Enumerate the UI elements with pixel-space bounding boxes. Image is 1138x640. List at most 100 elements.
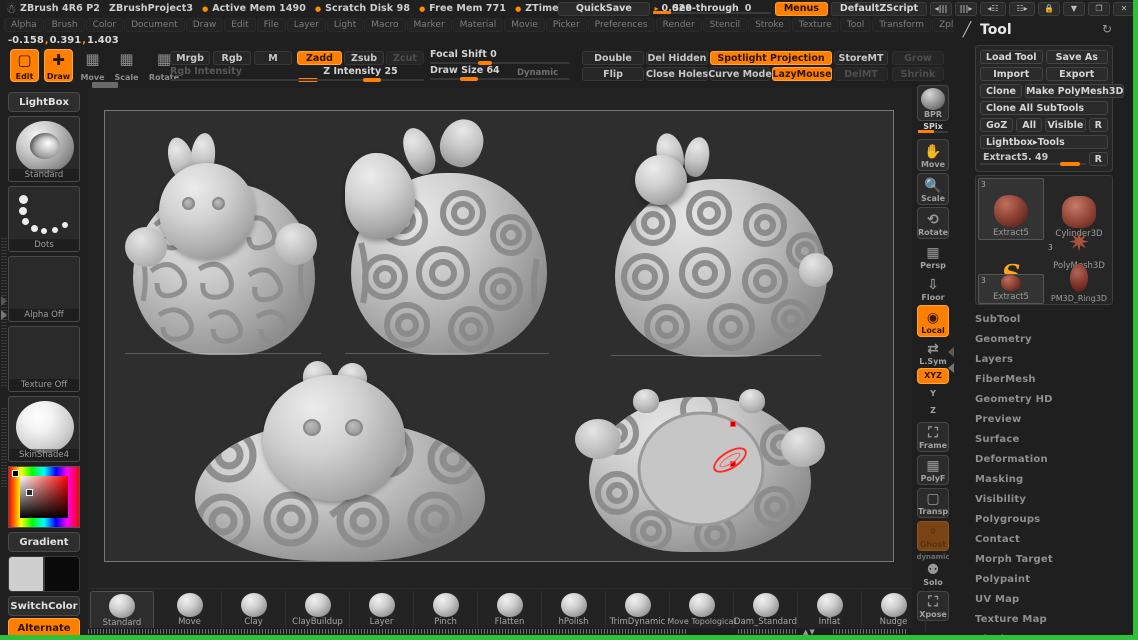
see-through-slider[interactable]: See-through 0 xyxy=(652,1,771,16)
menu-item-render[interactable]: Render xyxy=(655,18,702,32)
goz-r-button[interactable]: R xyxy=(1088,118,1108,132)
menu-item-alpha[interactable]: Alpha xyxy=(4,18,44,32)
current-material-thumb[interactable]: SkinShade4 xyxy=(8,396,80,462)
clone-button[interactable]: Clone xyxy=(980,84,1022,98)
zadd-button[interactable]: Zadd xyxy=(297,51,342,65)
goz-button[interactable]: GoZ xyxy=(980,118,1014,132)
move-gizmo-button[interactable]: ✋ Move xyxy=(917,139,949,171)
menu-item-layer[interactable]: Layer xyxy=(286,18,326,32)
lightbox-button[interactable]: LightBox xyxy=(8,92,80,112)
color-picker[interactable] xyxy=(8,466,80,528)
menu-item-tool[interactable]: Tool xyxy=(839,18,872,32)
gradient-button[interactable]: Gradient xyxy=(8,532,80,552)
menu-item-macro[interactable]: Macro xyxy=(364,18,406,32)
symmetry-xyz-button[interactable]: XYZ xyxy=(917,368,949,384)
brush-item-move[interactable]: Move xyxy=(158,591,222,631)
scale-gizmo-button[interactable]: 🔍 Scale xyxy=(917,173,949,205)
tool-tile-extract5-second[interactable]: 3 Extract5 xyxy=(978,274,1044,304)
brush-item-move-topological[interactable]: Move Topological xyxy=(667,591,736,631)
rgb-button[interactable]: Rgb xyxy=(213,51,251,65)
m-button[interactable]: M xyxy=(254,51,292,65)
current-stroke-thumb[interactable]: Dots xyxy=(8,186,80,252)
section-uv-map[interactable]: UV Map xyxy=(954,589,1138,609)
menu-item-stroke[interactable]: Stroke xyxy=(748,18,791,32)
close-icon[interactable]: ✕ xyxy=(1113,1,1135,16)
spotlight-projection-button[interactable]: Spotlight Projection xyxy=(710,51,832,65)
switchcolor-button[interactable]: SwitchColor xyxy=(8,596,80,616)
brush-item-trimdynamic[interactable]: TrimDynamic xyxy=(606,591,670,631)
menus-button[interactable]: Menus xyxy=(774,1,828,16)
section-polypaint[interactable]: Polypaint xyxy=(954,569,1138,589)
clone-all-subtools-button[interactable]: Clone All SubTools xyxy=(980,101,1108,115)
scroll-right-icon[interactable]: |||▸ xyxy=(955,1,977,16)
z-intensity-slider[interactable]: Z Intensity 25 xyxy=(297,66,424,82)
zcut-button[interactable]: Zcut xyxy=(386,51,424,65)
sidebar-expand-arrow-icon[interactable] xyxy=(1,296,7,306)
canvas-area[interactable] xyxy=(88,88,912,588)
move-mode-button[interactable]: ▦ Move xyxy=(78,49,107,83)
menu-item-brush[interactable]: Brush xyxy=(44,18,85,32)
canvas-viewport[interactable] xyxy=(105,111,893,561)
section-texture-map[interactable]: Texture Map xyxy=(954,609,1138,629)
double-button[interactable]: Double xyxy=(582,51,644,65)
shrink-button[interactable]: Shrink xyxy=(892,67,944,81)
save-as-button[interactable]: Save As xyxy=(1045,50,1108,64)
scroll-left-icon[interactable]: ◂||| xyxy=(930,1,952,16)
edit-mode-button[interactable]: ▢ Edit xyxy=(10,49,39,82)
current-alpha-thumb[interactable]: Alpha Off xyxy=(8,256,80,322)
brush-item-inflat[interactable]: Inflat xyxy=(798,591,862,631)
section-geometry-hd[interactable]: Geometry HD xyxy=(954,389,1138,409)
make-polymesh3d-button[interactable]: Make PolyMesh3D xyxy=(1024,84,1125,98)
brush-item-layer[interactable]: Layer xyxy=(350,591,414,631)
section-deformation[interactable]: Deformation xyxy=(954,449,1138,469)
secondary-color-swatch[interactable] xyxy=(44,556,80,592)
menu-item-light[interactable]: Light xyxy=(326,18,364,32)
ghost-button[interactable]: ⚬ Ghost xyxy=(917,521,949,551)
extract-r-button[interactable]: R xyxy=(1088,152,1108,166)
spix-slider[interactable]: SPix xyxy=(918,123,948,133)
frame-button[interactable]: ⛶ Frame xyxy=(917,422,949,452)
section-surface[interactable]: Surface xyxy=(954,429,1138,449)
primary-color-swatch[interactable] xyxy=(8,556,44,592)
focal-shift-slider[interactable]: Focal Shift 0 xyxy=(430,49,570,65)
export-button[interactable]: Export xyxy=(1045,67,1108,81)
section-masking[interactable]: Masking xyxy=(954,469,1138,489)
mrgb-button[interactable]: Mrgb xyxy=(170,51,210,65)
current-texture-thumb[interactable]: Texture Off xyxy=(8,326,80,392)
sidebar-collapse-arrow-icon[interactable] xyxy=(1,310,7,320)
close-holes-button[interactable]: Close Holes xyxy=(646,67,708,81)
menu-item-color[interactable]: Color xyxy=(85,18,124,32)
tool-tile-extract5[interactable]: 3 Extract5 xyxy=(978,178,1044,240)
solo-button[interactable]: dynamic ⚉ Solo xyxy=(916,553,949,588)
quicksave-button[interactable]: QuickSave xyxy=(557,1,650,16)
color-picker-field[interactable] xyxy=(20,476,68,518)
section-fibermesh[interactable]: FiberMesh xyxy=(954,369,1138,389)
dynamic-label[interactable]: Dynamic xyxy=(517,68,558,78)
goz-all-button[interactable]: All xyxy=(1016,118,1043,132)
storemt-button[interactable]: StoreMT xyxy=(834,51,888,65)
section-visibility[interactable]: Visibility xyxy=(954,489,1138,509)
menu-item-document[interactable]: Document xyxy=(124,18,185,32)
brush-item-pinch[interactable]: Pinch xyxy=(414,591,478,631)
delmt-button[interactable]: DelMT xyxy=(834,67,888,81)
draw-mode-button[interactable]: ✚ Draw xyxy=(44,49,73,82)
menu-item-picker[interactable]: Picker xyxy=(545,18,587,32)
floor-button[interactable]: ⇩ Floor xyxy=(917,273,949,303)
load-tool-button[interactable]: Load Tool xyxy=(980,50,1043,64)
section-polygroups[interactable]: Polygroups xyxy=(954,509,1138,529)
tool-tile-pm3d-ring3d[interactable]: 3 PM3D_Ring3D xyxy=(1046,242,1112,304)
brush-item-hpolish[interactable]: hPolish xyxy=(542,591,606,631)
grow-button[interactable]: Grow xyxy=(892,51,944,65)
lazymouse-button[interactable]: LazyMouse xyxy=(772,67,832,81)
zsub-button[interactable]: Zsub xyxy=(344,51,384,65)
menu-item-transform[interactable]: Transform xyxy=(872,18,931,32)
extract-slider[interactable]: Extract5. 49 xyxy=(980,152,1086,166)
panel-right-icon[interactable]: ☷▸ xyxy=(1009,1,1035,16)
lightbox-tools-button[interactable]: Lightbox▸Tools xyxy=(980,135,1108,149)
import-button[interactable]: Import xyxy=(980,67,1043,81)
section-preview[interactable]: Preview xyxy=(954,409,1138,429)
minimize-icon[interactable]: ▼ xyxy=(1063,1,1085,16)
symmetry-y-button[interactable]: Y xyxy=(917,386,949,402)
del-hidden-button[interactable]: Del Hidden xyxy=(646,51,708,65)
current-brush-thumb[interactable]: Standard xyxy=(8,116,80,182)
